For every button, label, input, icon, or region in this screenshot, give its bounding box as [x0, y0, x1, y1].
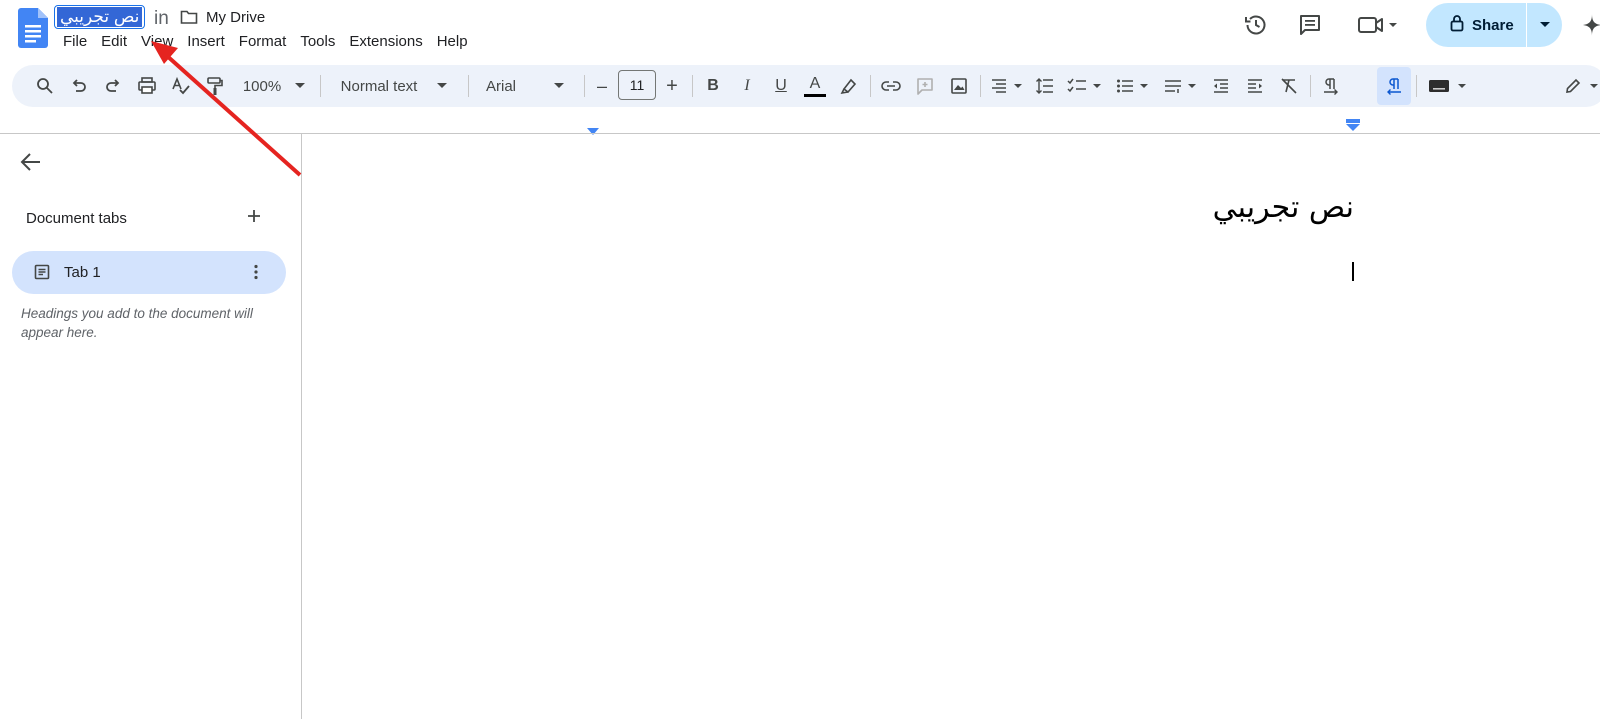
meet-video-icon[interactable] [1356, 11, 1400, 39]
paragraph-style-select[interactable]: Normal text [330, 65, 458, 107]
tab-document-icon [34, 264, 50, 285]
docs-logo-icon[interactable] [18, 8, 48, 48]
font-size-input[interactable]: 11 [618, 70, 656, 100]
insert-image-icon[interactable] [946, 65, 972, 107]
redo-icon[interactable] [100, 65, 126, 107]
menu-help[interactable]: Help [430, 33, 475, 51]
document-tab-item[interactable]: Tab 1 [12, 251, 286, 294]
formatting-toolbar: 100% Normal text Arial – 11 + B I U A [12, 65, 1600, 107]
rtl-paragraph-icon[interactable] [1380, 65, 1408, 107]
outline-empty-hint: Headings you add to the document will ap… [21, 306, 253, 340]
italic-icon[interactable]: I [734, 65, 760, 107]
tab-more-options-icon[interactable] [253, 264, 259, 285]
left-indent-marker-icon[interactable] [587, 123, 599, 141]
paint-format-icon[interactable] [202, 65, 228, 107]
print-icon[interactable] [134, 65, 160, 107]
search-menus-icon[interactable] [32, 65, 58, 107]
tab-label: Tab 1 [64, 264, 101, 281]
numbered-list-icon[interactable] [1160, 65, 1200, 107]
underline-icon[interactable]: U [768, 65, 794, 107]
menu-insert[interactable]: Insert [180, 33, 232, 51]
title-in-label: in [154, 8, 169, 29]
style-chevron-icon [437, 83, 448, 88]
insert-link-icon[interactable] [878, 65, 904, 107]
folder-location-link[interactable]: My Drive [206, 9, 265, 26]
comment-icon[interactable] [1296, 11, 1324, 39]
checklist-icon[interactable] [1064, 65, 1104, 107]
align-menu-icon[interactable] [986, 65, 1026, 107]
history-icon[interactable] [1242, 11, 1270, 39]
ltr-paragraph-icon[interactable] [1318, 65, 1344, 107]
menu-extensions[interactable]: Extensions [342, 33, 429, 51]
spelling-check-icon[interactable] [168, 65, 194, 107]
document-title-text: نص تجريبي [57, 7, 143, 27]
highlight-color-icon[interactable] [836, 65, 862, 107]
gemini-sparkle-icon[interactable] [1580, 11, 1600, 39]
editing-mode-pencil-icon[interactable] [1558, 65, 1600, 107]
back-arrow-icon[interactable] [20, 152, 42, 177]
menu-view[interactable]: View [134, 33, 180, 51]
document-outline-sidebar: Document tabs Tab 1 Headings you add to … [0, 134, 302, 719]
decrease-indent-icon[interactable] [1208, 65, 1234, 107]
menu-file[interactable]: File [56, 33, 94, 51]
document-title-input[interactable]: نص تجريبي [54, 5, 146, 29]
menu-format[interactable]: Format [232, 33, 294, 51]
increase-font-size-button[interactable]: + [662, 65, 682, 107]
menu-edit[interactable]: Edit [94, 33, 134, 51]
add-comment-icon[interactable] [912, 65, 938, 107]
share-label: Share [1472, 16, 1514, 34]
zoom-chevron-icon [295, 83, 306, 88]
add-tab-plus-icon[interactable] [246, 208, 262, 229]
undo-icon[interactable] [66, 65, 92, 107]
font-family-select[interactable]: Arial [478, 65, 576, 107]
clear-formatting-icon[interactable] [1276, 65, 1302, 107]
menu-tools[interactable]: Tools [293, 33, 342, 51]
folder-icon[interactable] [180, 9, 198, 25]
document-body-text[interactable]: نص تجريبي [1213, 190, 1354, 225]
paragraph-style-value: Normal text [340, 77, 418, 95]
bulleted-list-icon[interactable] [1112, 65, 1152, 107]
document-tabs-heading: Document tabs [26, 210, 127, 227]
increase-indent-icon[interactable] [1242, 65, 1268, 107]
share-button-group: Share [1426, 3, 1562, 47]
share-button[interactable]: Share [1426, 3, 1526, 47]
lock-icon [1450, 14, 1464, 36]
line-spacing-icon[interactable] [1032, 65, 1058, 107]
text-color-icon[interactable]: A [802, 65, 828, 107]
font-chevron-icon [554, 83, 565, 88]
font-family-value: Arial [486, 77, 517, 95]
menu-bar: File Edit View Insert Format Tools Exten… [56, 33, 475, 51]
share-dropdown-chevron-icon[interactable] [1527, 21, 1562, 29]
input-tools-keyboard-icon[interactable] [1424, 65, 1470, 107]
bold-icon[interactable]: B [700, 65, 726, 107]
zoom-select[interactable]: 100% [236, 65, 312, 107]
zoom-value: 100% [242, 77, 282, 95]
text-cursor [1352, 262, 1354, 281]
decrease-font-size-button[interactable]: – [592, 65, 612, 107]
